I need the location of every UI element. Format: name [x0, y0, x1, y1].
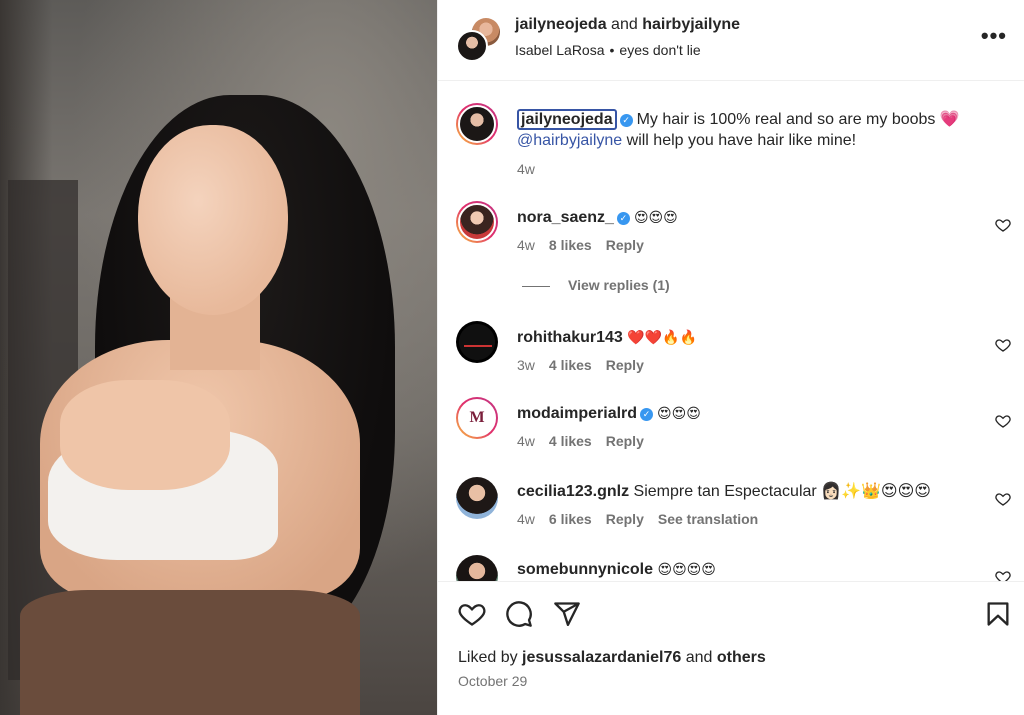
comment-meta: 4w 8 likes Reply [517, 237, 658, 253]
comment-time[interactable]: 4w [517, 511, 535, 527]
caption-text: jailyneojeda ✓ My hair is 100% real and so… [517, 109, 987, 151]
replies-line [522, 285, 550, 287]
comment-time[interactable]: 4w [517, 433, 535, 449]
comment-avatar[interactable] [456, 321, 498, 363]
comment-time[interactable]: 4w [517, 237, 535, 253]
person-face [138, 125, 288, 315]
comment-text: nora_saenz_ ✓ 😍😍😍 [517, 207, 987, 228]
comment-text: modaimperialrd ✓ 😍😍😍 [517, 403, 987, 424]
caption-time[interactable]: 4w [517, 161, 535, 177]
comment-username[interactable]: nora_saenz_ [517, 209, 614, 226]
heart-icon[interactable] [995, 491, 1011, 507]
view-replies-label: View replies (1) [568, 277, 670, 293]
comments-list[interactable]: jailyneojeda ✓ My hair is 100% real and so… [438, 81, 1024, 581]
brand-logo-mark: M [469, 409, 485, 426]
comment-time[interactable]: 3w [517, 357, 535, 373]
liked-by: Liked by jesussalazardaniel76 and others [458, 649, 766, 667]
and-text: and [611, 16, 638, 33]
comment-body: 😍😍😍😍 [657, 561, 716, 577]
comment-likes[interactable]: 6 likes [549, 511, 592, 527]
header-avatars[interactable] [456, 18, 502, 64]
post-video[interactable] [0, 0, 437, 715]
bookmark-icon[interactable] [984, 600, 1012, 628]
person-pants [20, 590, 360, 715]
comment-avatar[interactable] [456, 477, 498, 519]
heart-icon[interactable] [995, 413, 1011, 429]
comment-icon[interactable] [505, 600, 533, 628]
comment-body: ❤️❤️🔥🔥 [627, 329, 697, 345]
heart-icon[interactable] [995, 569, 1011, 581]
liked-by-prefix: Liked by [458, 649, 518, 666]
comment-username[interactable]: cecilia123.gnlz [517, 483, 629, 500]
heart-icon[interactable] [995, 337, 1011, 353]
caption-username[interactable]: jailyneojeda [517, 109, 617, 130]
audio-title[interactable]: eyes don't lie [619, 42, 700, 58]
liked-by-user[interactable]: jesussalazardaniel76 [522, 649, 681, 666]
heart-icon[interactable] [995, 217, 1011, 233]
post-header: jailyneojeda and hairbyjailyne Isabel La… [438, 0, 1024, 81]
comment-likes[interactable]: 4 likes [549, 357, 592, 373]
comment-username[interactable]: somebunnynicole [517, 561, 653, 578]
comment-username[interactable]: rohithakur143 [517, 329, 623, 346]
caption-line2: will help you have hair like mine! [622, 132, 857, 149]
comment-meta: 4w 4 likes Reply [517, 433, 658, 449]
comment-avatar[interactable]: M [456, 397, 498, 439]
liked-by-others[interactable]: others [717, 649, 766, 666]
collaborator-username[interactable]: hairbyjailyne [642, 16, 740, 33]
reply-button[interactable]: Reply [606, 511, 644, 527]
header-usernames: jailyneojeda and hairbyjailyne [515, 16, 740, 34]
comment-meta: 3w 4 likes Reply [517, 357, 658, 373]
author-username[interactable]: jailyneojeda [515, 16, 607, 33]
audio-info[interactable]: Isabel LaRosa • eyes don't lie [515, 42, 701, 58]
comment-likes[interactable]: 8 likes [549, 237, 592, 253]
see-translation-button[interactable]: See translation [658, 511, 758, 527]
person-hands [60, 380, 230, 490]
verified-icon: ✓ [616, 212, 630, 225]
post-actions: Liked by jesussalazardaniel76 and others… [438, 581, 1024, 715]
caption-meta: 4w [517, 161, 549, 177]
audio-artist[interactable]: Isabel LaRosa [515, 42, 605, 58]
reply-button[interactable]: Reply [606, 357, 644, 373]
liked-by-and: and [685, 649, 713, 666]
comment-body: 😍😍😍 [633, 209, 678, 225]
audio-separator: • [609, 42, 615, 58]
comment-likes[interactable]: 4 likes [549, 433, 592, 449]
caption-mention[interactable]: @hairbyjailyne [517, 132, 622, 149]
verified-icon: ✓ [619, 114, 633, 127]
comment-text: rohithakur143 ❤️❤️🔥🔥 [517, 327, 987, 348]
author-avatar[interactable] [456, 30, 488, 62]
reply-button[interactable]: Reply [606, 433, 644, 449]
comment-text: cecilia123.gnlz Siempre tan Espectacular… [517, 481, 987, 502]
comment-body: 😍😍😍 [657, 405, 701, 421]
heart-icon[interactable] [458, 600, 486, 628]
comment-username[interactable]: modaimperialrd [517, 405, 637, 422]
reply-button[interactable]: Reply [606, 237, 644, 253]
verified-icon: ✓ [640, 408, 654, 421]
comment-meta: 4w 6 likes Reply See translation [517, 511, 772, 527]
share-icon[interactable] [553, 600, 581, 628]
post-panel: jailyneojeda and hairbyjailyne Isabel La… [437, 0, 1024, 715]
comment-avatar[interactable] [456, 555, 498, 581]
more-icon[interactable]: ••• [981, 25, 1007, 47]
caption-avatar[interactable] [456, 103, 498, 145]
caption-line1: My hair is 100% real and so are my boobs… [636, 111, 960, 128]
comment-body: Siempre tan Espectacular 👩🏻✨👑😍😍😍 [633, 483, 931, 500]
comment-text: somebunnynicole 😍😍😍😍 [517, 559, 987, 580]
post-date[interactable]: October 29 [458, 673, 527, 689]
comment-avatar[interactable] [456, 201, 498, 243]
view-replies-button[interactable]: View replies (1) [522, 277, 670, 293]
